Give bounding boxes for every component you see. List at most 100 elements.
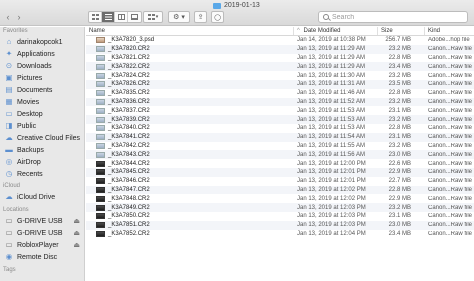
column-view-button[interactable] [115,12,128,22]
file-row[interactable]: _K3A7820_3.psd Jan 14, 2019 at 10:38 PM 25… [86,36,474,45]
file-name: _K3A7820.CR2 [108,46,150,53]
file-kind: Canon...Raw file [428,54,473,61]
file-name-cell: _K3A7848.CR2 [86,195,294,202]
sidebar-item-locations-3[interactable]: ◉ Remote Disc [0,251,84,263]
file-name: _K3A7845.CR2 [108,169,150,176]
file-kind: Canon...Raw file [428,125,473,132]
tag-button[interactable]: ◯ [211,11,224,23]
airdrop-icon: ◎ [5,157,13,166]
sidebar-item-favorites-7[interactable]: ◨ Public [0,120,84,132]
file-row[interactable]: _K3A7824.CR2 Jan 13, 2019 at 11:30 AM 23.2… [86,71,474,80]
file-kind: Canon...Raw file [428,107,473,114]
file-row[interactable]: _K3A7843.CR2 Jan 13, 2019 at 11:56 AM 23.0… [86,150,474,160]
sidebar-item-favorites-9[interactable]: ▬ Backups [0,144,84,156]
column-header-size[interactable]: Size [378,27,425,35]
file-row[interactable]: _K3A7848.CR2 Jan 13, 2019 at 12:02 PM 22.9… [86,194,474,203]
sidebar-item-locations-2[interactable]: ▭ RobloxPlayer ⏏ [0,239,84,251]
file-list: Name ^ Date Modified Size Kind _K3A7820_… [86,27,474,281]
file-name: _K3A7850.CR2 [108,213,150,220]
file-kind: Canon...Raw file [428,230,473,237]
gallery-view-button[interactable] [128,12,141,22]
sidebar-item-label: Public [17,122,37,130]
file-row[interactable]: _K3A7821.CR2 Jan 13, 2019 at 11:29 AM 22.8… [86,54,474,63]
search-field[interactable] [318,11,468,23]
sidebar-item-label: Remote Disc [17,253,58,261]
file-name-cell: _K3A7850.CR2 [86,213,294,220]
eject-icon[interactable]: ⏏ [73,217,80,225]
icon-view-button[interactable] [89,12,102,22]
applications-icon: ✦ [5,49,13,58]
file-row[interactable]: _K3A7835.CR2 Jan 13, 2019 at 11:46 AM 22.8… [86,89,474,98]
search-input[interactable] [332,13,457,21]
forward-button[interactable]: › [14,12,24,23]
file-row[interactable]: _K3A7839.CR2 Jan 13, 2019 at 11:53 AM 23.2… [86,115,474,124]
file-row[interactable]: _K3A7846.CR2 Jan 13, 2019 at 12:01 PM 22.7… [86,177,474,186]
remote-disc-icon: ◉ [5,252,13,261]
arrange-button[interactable]: ▾ [143,11,163,23]
file-size: 23.1 MB [388,107,411,114]
file-row[interactable]: _K3A7851.CR2 Jan 13, 2019 at 12:03 PM 23.0… [86,220,474,230]
sidebar-item-locations-1[interactable]: ▭ G-DRIVE USB ⏏ [0,227,84,239]
sidebar-item-favorites-3[interactable]: ▣ Pictures [0,72,84,84]
sidebar-item-favorites-2[interactable]: ⊙ Downloads [0,60,84,72]
toolbar: ‹ › ▾ ⚙ ▾ ⇪ ◯ 2019-01-13 [0,0,474,26]
sidebar-item-favorites-6[interactable]: ▭ Desktop [0,108,84,120]
eject-icon[interactable]: ⏏ [73,241,80,249]
file-name-cell: _K3A7849.CR2 [86,204,294,211]
file-row[interactable]: _K3A7822.CR2 Jan 13, 2019 at 11:29 AM 23.4… [86,62,474,72]
file-thumbnail-icon [96,46,105,53]
file-row[interactable]: _K3A7849.CR2 Jan 13, 2019 at 12:03 PM 23.2… [86,203,474,212]
file-date: Jan 13, 2019 at 12:02 PM [297,195,366,202]
file-row[interactable]: _K3A7852.CR2 Jan 13, 2019 at 12:04 PM 23.4… [86,230,474,239]
sidebar-item-favorites-8[interactable]: ☁ Creative Cloud Files [0,132,84,144]
file-name-cell: _K3A7821.CR2 [86,54,294,61]
file-row[interactable]: _K3A7836.CR2 Jan 13, 2019 at 11:52 AM 23.2… [86,97,474,107]
action-button[interactable]: ⚙ ▾ [168,11,190,23]
sidebar-item-favorites-11[interactable]: ◷ Recents [0,168,84,180]
sidebar-item-favorites-5[interactable]: ▦ Movies [0,96,84,108]
file-date: Jan 13, 2019 at 12:00 PM [297,160,366,167]
file-row[interactable]: _K3A7850.CR2 Jan 13, 2019 at 12:03 PM 23.1… [86,212,474,221]
file-thumbnail-icon [96,116,105,123]
file-name-cell: _K3A7836.CR2 [86,98,294,105]
sidebar-item-icloud-0[interactable]: ☁ iCloud Drive [0,191,84,203]
column-header-kind[interactable]: Kind [425,27,474,35]
file-row[interactable]: _K3A7841.CR2 Jan 13, 2019 at 11:54 AM 23.1… [86,132,474,142]
icloud-list: ☁ iCloud Drive [0,191,84,203]
list-view-button[interactable] [102,12,115,22]
sidebar-item-locations-0[interactable]: ▭ G-DRIVE USB ⏏ [0,215,84,227]
chevron-down-icon: ▾ [155,14,159,20]
file-name: _K3A7836.CR2 [108,98,150,105]
file-row[interactable]: _K3A7845.CR2 Jan 13, 2019 at 12:01 PM 22.9… [86,167,474,177]
file-kind: Canon...Raw file [428,81,473,88]
sidebar-header-icloud: iCloud [3,183,21,189]
sidebar-item-label: iCloud Drive [17,193,56,201]
back-button[interactable]: ‹ [3,12,13,23]
file-row[interactable]: _K3A7842.CR2 Jan 13, 2019 at 11:55 AM 23.2… [86,142,474,151]
downloads-icon: ⊙ [5,61,13,70]
file-row[interactable]: _K3A7847.CR2 Jan 13, 2019 at 12:02 PM 22.8… [86,185,474,195]
file-name-cell: _K3A7837.CR2 [86,107,294,114]
list-view-icon [104,14,112,20]
file-row[interactable]: _K3A7840.CR2 Jan 13, 2019 at 11:53 AM 22.8… [86,124,474,133]
file-row[interactable]: _K3A7820.CR2 Jan 13, 2019 at 11:29 AM 23.2… [86,44,474,54]
file-size: 23.0 MB [388,222,411,229]
share-button[interactable]: ⇪ [194,11,207,23]
column-header-date-modified[interactable]: ^ Date Modified [294,27,378,35]
disk-image-icon: ▭ [5,240,13,249]
sidebar-item-favorites-0[interactable]: ⌂ darinakopcok1 [0,36,84,48]
sidebar-item-favorites-10[interactable]: ◎ AirDrop [0,156,84,168]
file-row[interactable]: _K3A7844.CR2 Jan 13, 2019 at 12:00 PM 22.6… [86,159,474,168]
file-thumbnail-icon [96,222,105,229]
file-row[interactable]: _K3A7826.CR2 Jan 13, 2019 at 11:31 AM 23.5… [86,79,474,89]
file-thumbnail-icon [96,178,105,185]
column-header-name[interactable]: Name [86,27,294,35]
file-thumbnail-icon [96,151,105,158]
sidebar-item-favorites-1[interactable]: ✦ Applications [0,48,84,60]
file-row[interactable]: _K3A7837.CR2 Jan 13, 2019 at 11:53 AM 23.1… [86,106,474,115]
sidebar-item-favorites-4[interactable]: ▤ Documents [0,84,84,96]
file-thumbnail-icon [96,54,105,61]
file-name: _K3A7842.CR2 [108,142,150,149]
eject-icon[interactable]: ⏏ [73,229,80,237]
sidebar-item-label: G-DRIVE USB [17,217,63,225]
